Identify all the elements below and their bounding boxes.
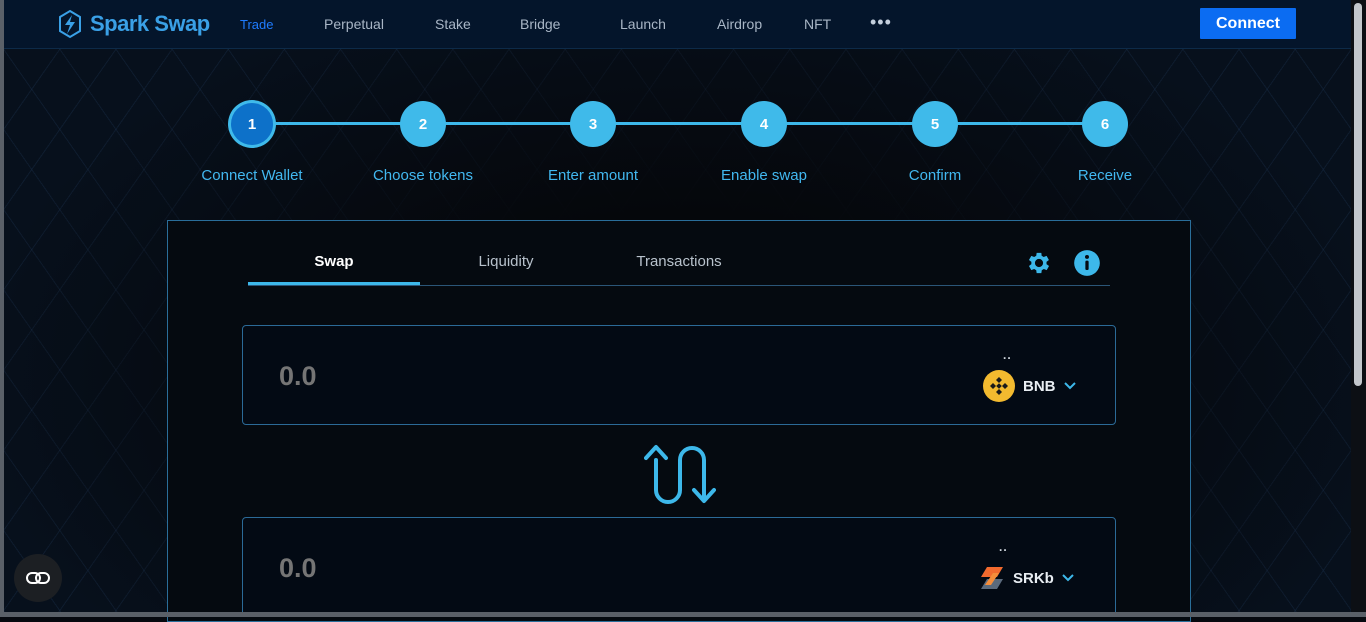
chevron-down-icon	[1062, 574, 1074, 582]
nav-item-trade[interactable]: Trade	[240, 17, 273, 32]
panel-tabs: Swap Liquidity Transactions	[248, 249, 1110, 286]
from-token-box: .. BNB	[242, 325, 1116, 425]
from-token-name: BNB	[1023, 377, 1056, 395]
window-edge-bottom	[0, 612, 1366, 617]
nav-item-airdrop[interactable]: Airdrop	[717, 16, 762, 32]
steps-progress-line	[252, 122, 1105, 125]
nav-item-stake[interactable]: Stake	[435, 16, 471, 32]
from-token-selector[interactable]: BNB	[983, 370, 1076, 402]
info-icon[interactable]	[1073, 249, 1101, 277]
step-circle-1: 1	[231, 103, 273, 145]
navbar: Spark Swap Trade Perpetual Stake Bridge …	[4, 0, 1351, 49]
floating-link-button[interactable]	[14, 554, 62, 602]
brand-name: Spark Swap	[90, 11, 210, 36]
gear-icon[interactable]	[1025, 249, 1053, 277]
connect-button[interactable]: Connect	[1200, 8, 1296, 39]
to-balance-dots: ..	[999, 540, 1008, 554]
step-label-connect-wallet: Connect Wallet	[201, 167, 303, 184]
step-label-enter-amount: Enter amount	[547, 167, 639, 184]
to-token-box: .. SRKb	[242, 517, 1116, 617]
active-tab-indicator	[248, 282, 420, 285]
tab-liquidity[interactable]: Liquidity	[420, 253, 592, 270]
chevron-down-icon	[1063, 382, 1076, 390]
nav-item-launch[interactable]: Launch	[620, 16, 666, 32]
step-label-enable-swap: Enable swap	[721, 167, 807, 184]
step-label-choose-tokens: Choose tokens	[372, 167, 474, 184]
step-circle-6: 6	[1082, 101, 1128, 147]
to-token-selector[interactable]: SRKb	[979, 565, 1074, 591]
link-icon	[26, 572, 50, 584]
step-circle-2: 2	[400, 101, 446, 147]
nav-more-icon[interactable]: •••	[870, 12, 892, 33]
swap-panel: Swap Liquidity Transactions ..	[167, 220, 1191, 622]
step-label-receive: Receive	[1077, 167, 1133, 184]
scrollbar-thumb[interactable]	[1354, 3, 1362, 386]
nav-item-perpetual[interactable]: Perpetual	[324, 16, 384, 32]
tab-swap[interactable]: Swap	[248, 253, 420, 270]
to-amount-input[interactable]	[277, 548, 681, 588]
step-circle-4: 4	[741, 101, 787, 147]
to-token-name: SRKb	[1013, 569, 1054, 587]
bnb-token-icon	[983, 370, 1015, 402]
swap-direction-icon[interactable]	[644, 444, 716, 504]
from-amount-input[interactable]	[277, 356, 681, 396]
step-circle-5: 5	[912, 101, 958, 147]
brand-logo[interactable]: Spark Swap	[56, 9, 210, 39]
from-balance-dots: ..	[1003, 348, 1012, 362]
step-circle-3: 3	[570, 101, 616, 147]
step-label-confirm: Confirm	[908, 167, 962, 184]
srk-token-icon	[981, 567, 1003, 589]
nav-item-nft[interactable]: NFT	[804, 16, 831, 32]
nav-item-bridge[interactable]: Bridge	[520, 16, 560, 32]
spark-logo-icon	[59, 9, 81, 39]
tab-transactions[interactable]: Transactions	[593, 253, 765, 270]
